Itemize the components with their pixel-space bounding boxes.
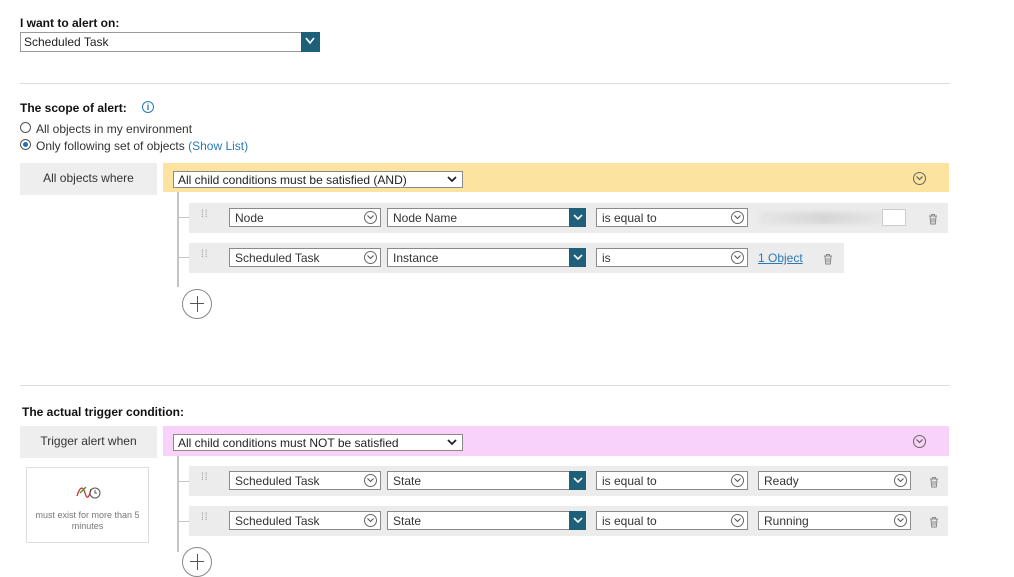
- drag-handle-icon[interactable]: ⁞⁞: [201, 250, 209, 260]
- scope-condition-row: ⁞⁞ Scheduled Task Instance is 1 Object: [189, 243, 844, 273]
- drag-handle-icon[interactable]: ⁞⁞: [201, 513, 209, 523]
- radio-following-objects[interactable]: [20, 139, 31, 150]
- operator-select-value: is equal to: [602, 211, 657, 225]
- chevron-down-icon: [569, 248, 586, 267]
- chevron-down-icon: [364, 474, 377, 487]
- operator-select-value: is: [602, 251, 611, 265]
- tree-connector: [177, 192, 179, 287]
- scope-condition-row: ⁞⁞ Node Node Name is equal to: [189, 203, 948, 233]
- trigger-group-select[interactable]: All child conditions must NOT be satisfi…: [173, 434, 463, 451]
- trigger-condition-row: ⁞⁞ Scheduled Task State is equal to Read…: [189, 466, 948, 496]
- object-select-value: Scheduled Task: [235, 474, 320, 488]
- trash-icon[interactable]: [928, 213, 938, 225]
- radio-following-objects-text: Only following set of objects (Show List…: [36, 139, 248, 153]
- chevron-down-icon: [731, 251, 744, 264]
- all-objects-where-label: All objects where: [20, 163, 157, 195]
- property-select[interactable]: Instance: [387, 248, 586, 267]
- drag-handle-icon[interactable]: ⁞⁞: [201, 210, 209, 220]
- object-count-link[interactable]: 1 Object: [758, 251, 803, 265]
- trash-icon[interactable]: [823, 253, 833, 265]
- collapse-trigger-icon[interactable]: [913, 435, 926, 448]
- object-select-value: Scheduled Task: [235, 514, 320, 528]
- property-select[interactable]: State: [387, 471, 586, 490]
- drag-handle-icon[interactable]: ⁞⁞: [201, 473, 209, 483]
- object-select[interactable]: Scheduled Task: [229, 471, 381, 490]
- info-icon[interactable]: i: [142, 101, 154, 113]
- time-condition-caption: must exist for more than 5 minutes: [35, 510, 140, 531]
- trash-icon[interactable]: [929, 516, 939, 528]
- alert-object-type-value: Scheduled Task: [24, 35, 109, 49]
- object-select[interactable]: Scheduled Task: [229, 248, 381, 267]
- tree-branch: [179, 481, 189, 482]
- redacted-value: [759, 212, 889, 224]
- chevron-down-icon: [447, 176, 457, 183]
- object-select[interactable]: Scheduled Task: [229, 511, 381, 530]
- collapse-scope-icon[interactable]: [913, 172, 926, 185]
- scope-condition-band: All child conditions must be satisfied (…: [163, 163, 949, 192]
- value-select-value: Running: [764, 514, 809, 528]
- scope-group-value: All child conditions must be satisfied (…: [178, 173, 407, 187]
- chevron-down-icon: [569, 511, 586, 530]
- section-divider: [20, 83, 950, 84]
- alert-on-label: I want to alert on:: [20, 16, 120, 30]
- chevron-down-icon: [364, 514, 377, 527]
- time-condition-icon: [76, 486, 101, 499]
- alert-object-type-select[interactable]: Scheduled Task: [20, 32, 320, 52]
- property-select-value: Node Name: [393, 211, 458, 225]
- radio-following-objects-label: Only following set of objects: [36, 139, 185, 153]
- property-select-value: State: [393, 474, 422, 488]
- chevron-down-icon: [731, 514, 744, 527]
- trigger-condition-band: All child conditions must NOT be satisfi…: [163, 426, 949, 456]
- object-select-value: Node: [235, 211, 264, 225]
- trash-icon[interactable]: [929, 476, 939, 488]
- radio-all-objects[interactable]: [20, 122, 31, 133]
- object-select-value: Scheduled Task: [235, 251, 320, 265]
- tree-connector: [177, 456, 179, 552]
- trigger-group-value: All child conditions must NOT be satisfi…: [178, 436, 399, 450]
- operator-select[interactable]: is equal to: [596, 208, 748, 227]
- property-select-value: Instance: [393, 251, 439, 265]
- chevron-down-icon: [731, 474, 744, 487]
- chevron-down-icon: [731, 211, 744, 224]
- tree-branch: [179, 521, 189, 522]
- tree-branch: [179, 217, 189, 218]
- show-list-link[interactable]: (Show List): [188, 139, 248, 153]
- value-select[interactable]: Running: [758, 511, 911, 530]
- chevron-down-icon: [364, 251, 377, 264]
- section-divider: [20, 385, 950, 386]
- chevron-down-icon[interactable]: [301, 32, 320, 52]
- property-select[interactable]: Node Name: [387, 208, 586, 227]
- value-select-value: Ready: [764, 474, 799, 488]
- chevron-down-icon: [894, 474, 907, 487]
- chevron-down-icon: [569, 208, 586, 227]
- scope-label: The scope of alert:: [20, 101, 127, 115]
- object-select[interactable]: Node: [229, 208, 381, 227]
- property-select-value: State: [393, 514, 422, 528]
- operator-select-value: is equal to: [602, 514, 657, 528]
- value-select[interactable]: Ready: [758, 471, 911, 490]
- chevron-down-icon: [364, 211, 377, 224]
- trigger-condition-row: ⁞⁞ Scheduled Task State is equal to Runn…: [189, 506, 948, 536]
- add-condition-button[interactable]: [182, 289, 212, 319]
- trigger-label: The actual trigger condition:: [22, 405, 185, 419]
- trigger-alert-when-label: Trigger alert when: [20, 426, 157, 458]
- operator-select[interactable]: is equal to: [596, 471, 748, 490]
- property-select[interactable]: State: [387, 511, 586, 530]
- chevron-down-icon: [569, 471, 586, 490]
- radio-all-objects-label: All objects in my environment: [36, 122, 193, 136]
- operator-select-value: is equal to: [602, 474, 657, 488]
- operator-select[interactable]: is: [596, 248, 748, 267]
- scope-group-select[interactable]: All child conditions must be satisfied (…: [173, 171, 463, 188]
- time-condition-card[interactable]: must exist for more than 5 minutes: [26, 467, 149, 543]
- value-input[interactable]: [882, 209, 906, 226]
- chevron-down-icon: [894, 514, 907, 527]
- tree-branch: [179, 257, 189, 258]
- chevron-down-icon: [447, 439, 457, 446]
- operator-select[interactable]: is equal to: [596, 511, 748, 530]
